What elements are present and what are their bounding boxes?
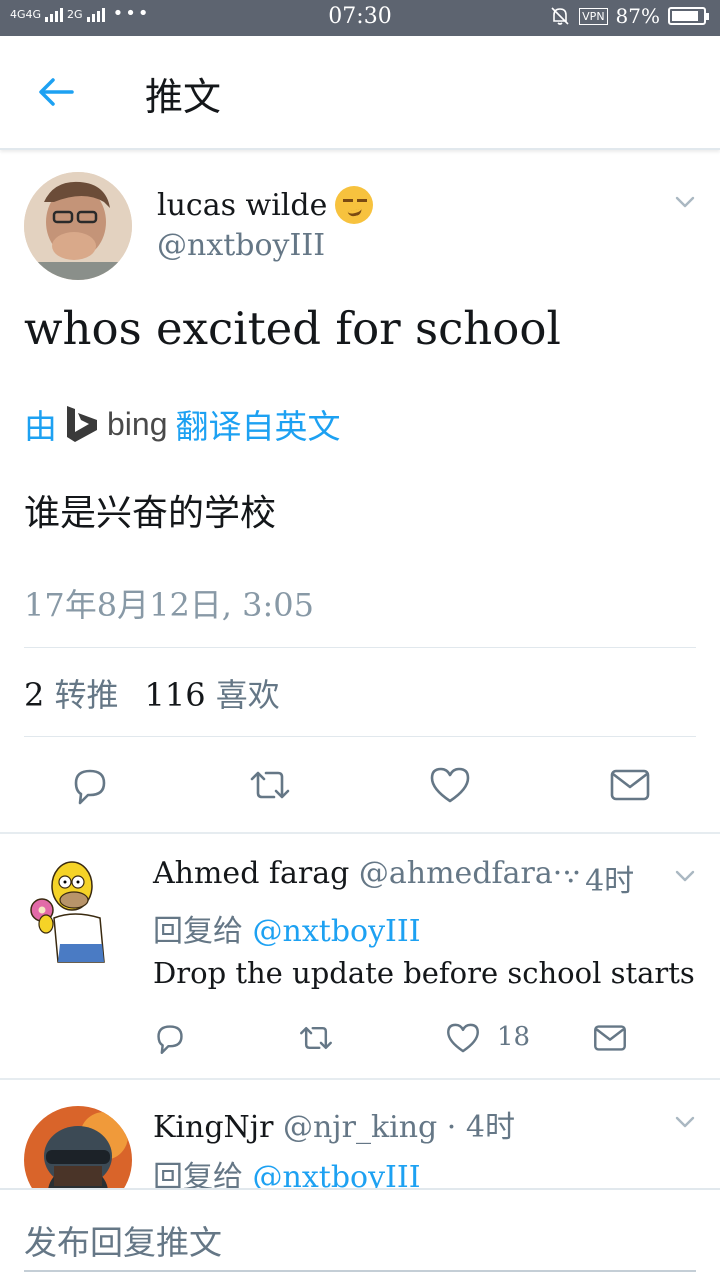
reply-to-handle[interactable]: @nxtboyIII	[253, 914, 421, 949]
status-bar: 4G4G 2G ••• 07:30 VPN 87%	[0, 0, 720, 36]
reply-text: Drop the update before school starts	[153, 956, 695, 990]
reply-author-handle[interactable]: @ahmedfara···	[359, 856, 581, 891]
arrow-left-icon[interactable]	[36, 72, 76, 112]
reply-time: · 4时	[446, 1110, 515, 1145]
reply-like-count: 18	[497, 1022, 531, 1052]
envelope-icon[interactable]	[608, 763, 652, 807]
translate-link[interactable]: 由 bing 翻译自英文	[24, 400, 341, 448]
reply-to-prefix: 回复给	[153, 914, 243, 949]
status-right: VPN 87%	[549, 4, 709, 28]
page-title: 推文	[145, 75, 222, 119]
like-label: 喜欢	[215, 676, 280, 714]
homer-avatar-image	[30, 861, 105, 963]
divider	[24, 736, 696, 737]
translate-prefix: 由	[24, 407, 57, 446]
author-avatar-photo	[24, 172, 132, 280]
compose-underline	[24, 1270, 696, 1272]
comment-icon[interactable]	[152, 1020, 188, 1056]
reply-time: · 4时	[566, 864, 635, 899]
chevron-down-icon[interactable]	[673, 190, 697, 214]
battery-percent: 87%	[615, 4, 660, 28]
author-name[interactable]: lucas wilde	[157, 188, 327, 223]
comment-icon[interactable]	[68, 763, 112, 807]
reply-author-name[interactable]: Ahmed farag	[153, 856, 349, 891]
reply-author-line[interactable]: Ahmed farag @ahmedfara···	[153, 856, 581, 891]
vpn-badge: VPN	[579, 7, 608, 25]
retweet-stat[interactable]: 2 转推	[24, 670, 119, 716]
reply-author-name[interactable]: KingNjr	[153, 1110, 273, 1145]
retweet-count: 2	[24, 676, 45, 714]
reply-to-line: 回复给 @nxtboyIII	[153, 906, 421, 950]
section-separator	[0, 1078, 720, 1080]
like-count: 116	[144, 676, 206, 714]
translated-tweet-text: 谁是兴奋的学校	[24, 493, 277, 534]
divider	[24, 647, 696, 648]
compose-placeholder[interactable]: 发布回复推文	[24, 1216, 222, 1264]
top-app-bar: 推文	[0, 36, 720, 150]
author-handle[interactable]: @nxtboyIII	[157, 228, 325, 263]
retweet-label: 转推	[54, 676, 119, 714]
author-avatar[interactable]	[24, 172, 132, 280]
tweet-stats: 2 转推 116 喜欢	[24, 670, 280, 716]
retweet-icon[interactable]	[248, 763, 292, 807]
heart-icon[interactable]	[445, 1020, 481, 1056]
heart-icon[interactable]	[428, 763, 472, 807]
reply-avatar[interactable]	[24, 858, 114, 968]
chevron-down-icon[interactable]	[673, 864, 697, 888]
reply-author-line[interactable]: KingNjr @njr_king · 4时	[153, 1102, 515, 1146]
like-stat[interactable]: 116 喜欢	[145, 670, 280, 716]
tweet-text: whos excited for school	[24, 302, 561, 355]
battery-fill	[672, 11, 698, 21]
reply-compose-bar[interactable]: 发布回复推文	[0, 1188, 720, 1280]
tweet-actions	[0, 760, 720, 810]
bing-logo-icon	[67, 406, 97, 442]
bing-brand: bing	[107, 405, 168, 442]
envelope-icon[interactable]	[592, 1020, 628, 1056]
retweet-icon[interactable]	[298, 1020, 334, 1056]
smirk-emoji-icon	[335, 186, 374, 224]
translate-suffix: 翻译自英文	[175, 407, 341, 446]
section-separator	[0, 832, 720, 834]
chevron-down-icon[interactable]	[673, 1110, 697, 1134]
author-name-line[interactable]: lucas wilde	[157, 186, 374, 224]
tweet-timestamp: 17年8月12日, 3:05	[24, 586, 315, 624]
battery-icon	[668, 7, 709, 25]
mute-bell-icon	[551, 7, 569, 25]
reply-author-handle[interactable]: @njr_king	[283, 1110, 437, 1145]
